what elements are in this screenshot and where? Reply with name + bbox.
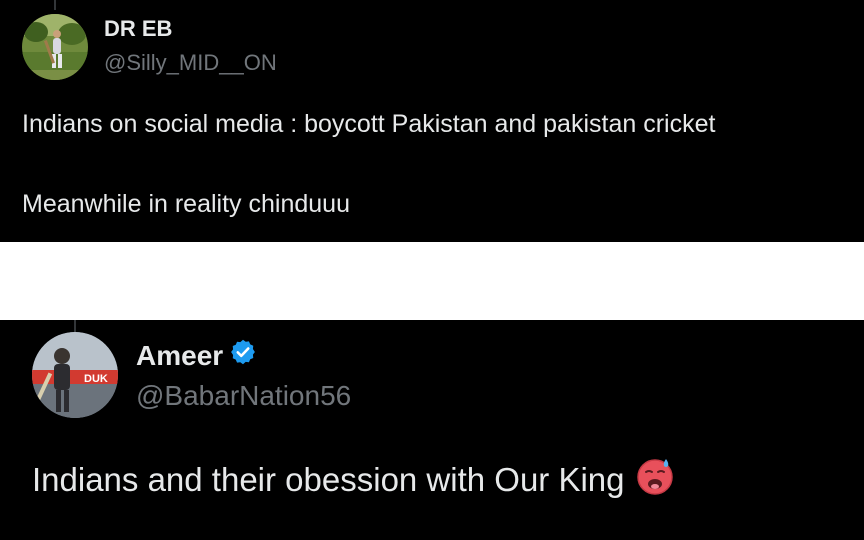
avatar-photo-icon (22, 14, 88, 80)
user-handle[interactable]: @Silly_MID__ON (104, 50, 277, 76)
user-handle[interactable]: @BabarNation56 (136, 380, 351, 412)
display-name-text: Ameer (136, 339, 224, 371)
avatar[interactable] (22, 14, 88, 80)
svg-text:DUK: DUK (84, 373, 108, 385)
tweet-card[interactable]: DR EB @Silly_MID__ON Indians on social m… (0, 0, 864, 242)
tweet-text: Indians and their obession with Our King (32, 456, 675, 504)
hot-face-emoji (635, 456, 675, 504)
display-name[interactable]: Ameer (136, 338, 257, 373)
display-name-text: DR EB (104, 16, 173, 41)
tweet-text-line: Meanwhile in reality chinduuu (22, 190, 350, 218)
avatar-photo-icon: DUK (32, 332, 118, 418)
verified-badge-icon (229, 338, 257, 373)
thread-connector-line (74, 320, 76, 332)
thread-connector-line (54, 0, 56, 10)
tweet-text-line: Indians and their obession with Our King (32, 461, 625, 498)
display-name[interactable]: DR EB (104, 16, 172, 42)
avatar[interactable]: DUK (32, 332, 118, 418)
tweet-card[interactable]: DUK Ameer @BabarNation56 Indians and the… (0, 320, 864, 540)
tweet-text-line: Indians on social media : boycott Pakist… (22, 110, 716, 138)
